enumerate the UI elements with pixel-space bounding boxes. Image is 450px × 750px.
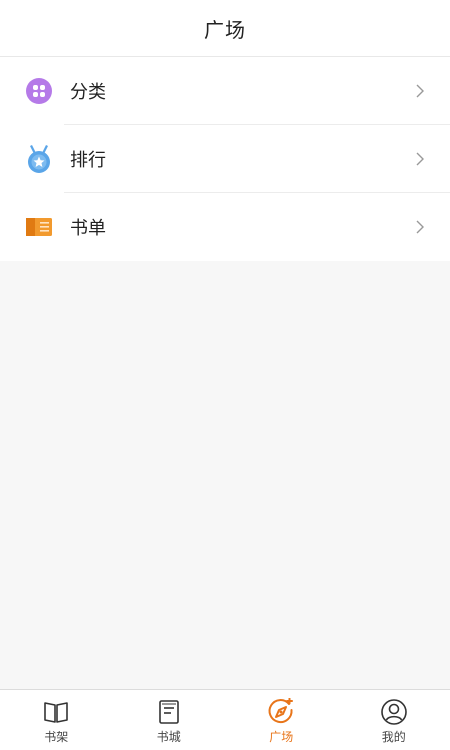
chevron-right-icon (416, 152, 424, 166)
menu-item-booklist[interactable]: 书单 (0, 193, 450, 261)
tab-profile[interactable]: 我的 (338, 690, 450, 750)
tab-plaza[interactable]: 广场 (225, 690, 338, 750)
menu-item-label: 排行 (70, 150, 106, 171)
chevron-right-icon (416, 84, 424, 98)
menu-item-ranking[interactable]: 排行 (0, 125, 450, 193)
app-root: 广场 分类 排行 书单 书架 书城 广场 我的 (0, 0, 450, 750)
tab-label: 广场 (269, 730, 294, 744)
top-header: 广场 (0, 0, 450, 57)
tab-bookshelf[interactable]: 书架 (0, 690, 113, 750)
bookshelf-icon (44, 702, 69, 723)
plaza-menu-list: 分类 排行 书单 (0, 57, 450, 261)
tab-label: 书城 (156, 730, 181, 744)
page-title: 广场 (204, 17, 246, 42)
menu-item-category[interactable]: 分类 (0, 57, 450, 125)
menu-item-label: 书单 (70, 218, 106, 239)
booklist-icon (25, 213, 53, 241)
profile-icon (380, 699, 407, 725)
tab-label: 书架 (44, 730, 69, 744)
tab-bookstore[interactable]: 书城 (113, 690, 226, 750)
bookstore-icon (158, 700, 179, 724)
plaza-icon (268, 698, 294, 724)
tab-label: 我的 (381, 730, 406, 744)
menu-item-label: 分类 (70, 82, 106, 103)
ranking-medal-icon (25, 145, 53, 173)
chevron-right-icon (416, 220, 424, 234)
bottom-tab-bar: 书架 书城 广场 我的 (0, 689, 450, 750)
category-icon (25, 77, 53, 105)
